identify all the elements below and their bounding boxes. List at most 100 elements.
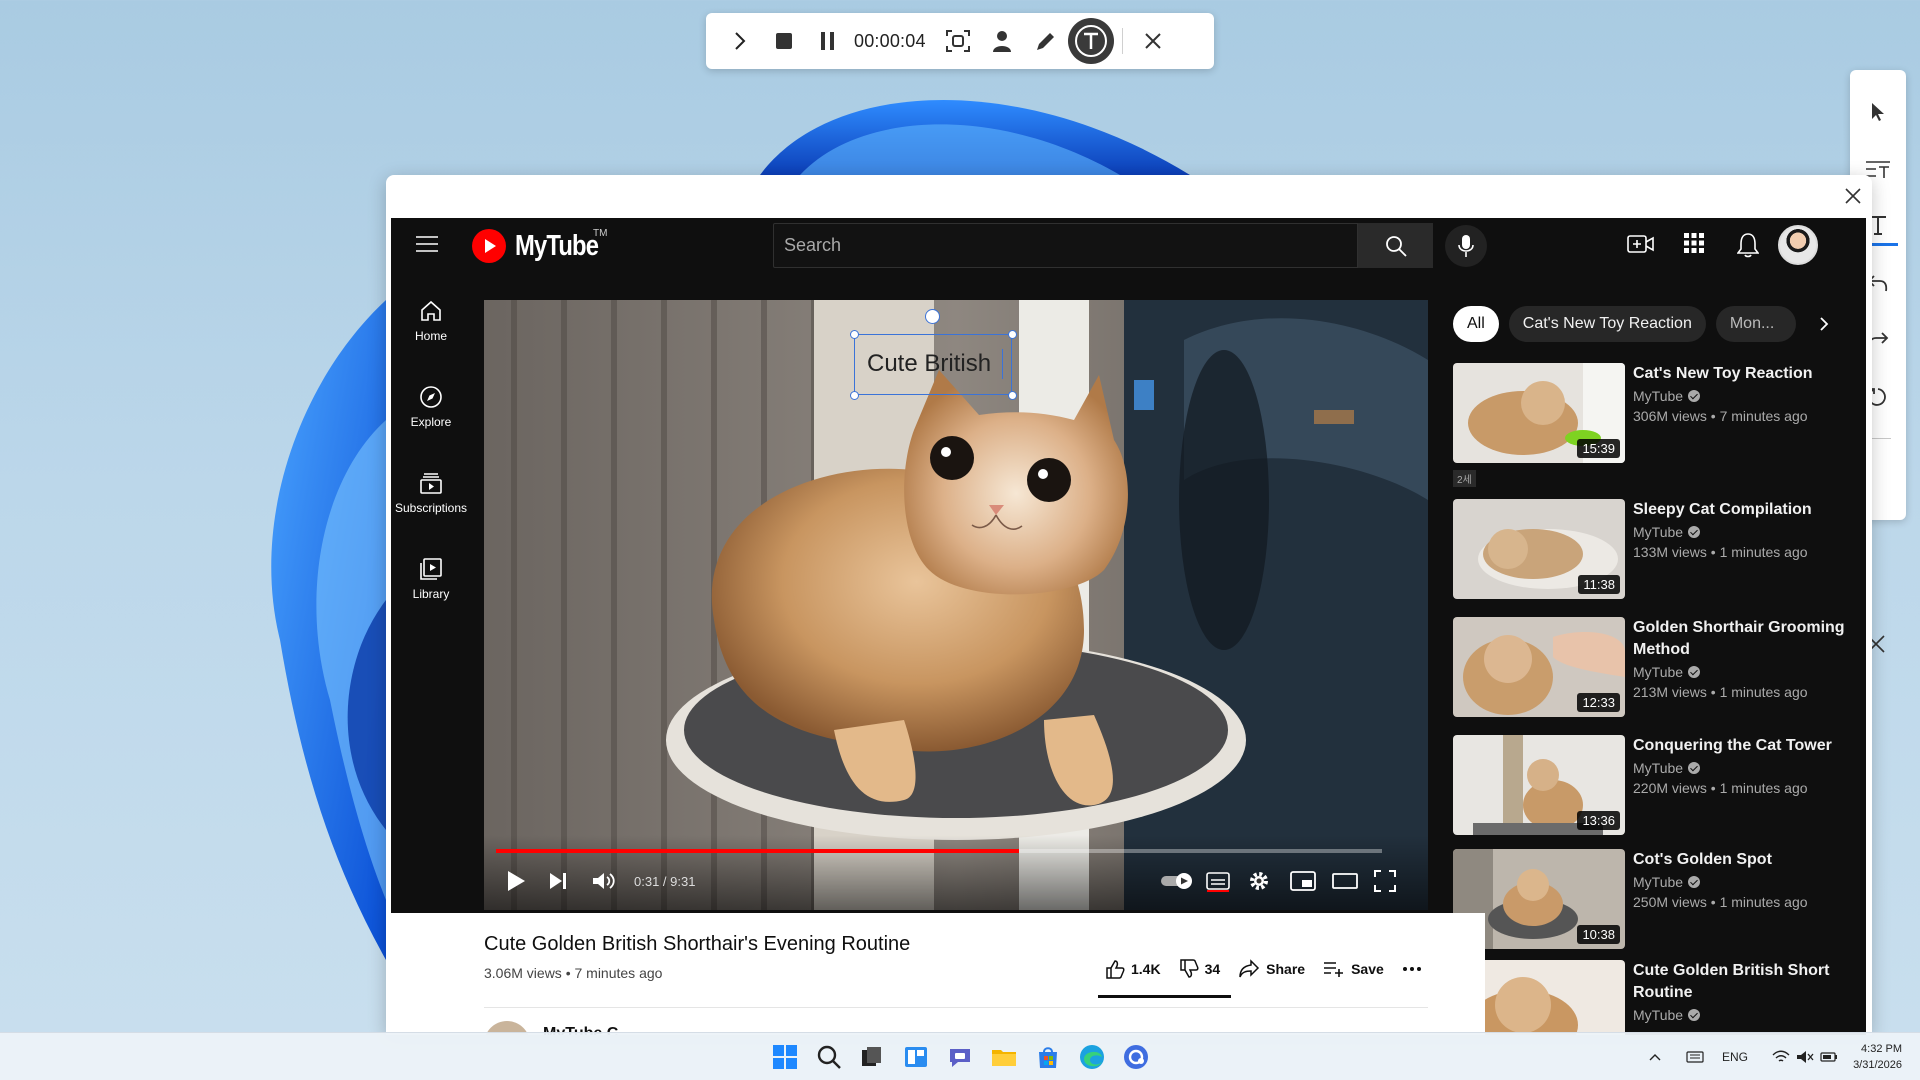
microphone-button[interactable] — [1445, 225, 1487, 267]
thumbs-down-icon — [1179, 959, 1199, 978]
notifications-bell-icon[interactable] — [1737, 232, 1759, 258]
store-icon[interactable] — [1034, 1043, 1062, 1071]
file-explorer-icon[interactable] — [990, 1043, 1018, 1071]
channel-row: MyTube — [1633, 522, 1701, 542]
apps-grid-icon[interactable] — [1683, 232, 1705, 254]
sidebar-item-home[interactable]: Home — [391, 278, 471, 364]
taskbar-search-icon[interactable] — [815, 1043, 843, 1071]
suggested-video[interactable]: 15:39 Cat's New Toy Reaction MyTube 306M… — [1453, 363, 1853, 463]
widgets-icon[interactable] — [902, 1043, 930, 1071]
small-tag: 2세 — [1453, 470, 1476, 487]
webcam-person-icon[interactable] — [980, 19, 1024, 63]
video-thumbnail[interactable]: 11:38 — [1453, 499, 1625, 599]
chat-icon[interactable] — [946, 1043, 974, 1071]
video-thumbnail[interactable]: 13:36 — [1453, 735, 1625, 835]
stop-button[interactable] — [762, 19, 806, 63]
settings-gear-icon[interactable] — [1248, 870, 1270, 892]
screenshot-icon[interactable] — [936, 19, 980, 63]
edge-browser-icon[interactable] — [1078, 1043, 1106, 1071]
sidebar: Home Explore Subscriptions Library — [391, 278, 471, 622]
video-duration: 15:39 — [1577, 439, 1620, 458]
resize-handle[interactable] — [1008, 330, 1017, 339]
app-header: MyTube TM — [391, 218, 1866, 278]
video-title: Sleepy Cat Compilation — [1633, 501, 1812, 518]
user-avatar[interactable] — [1778, 225, 1818, 265]
suggested-video[interactable]: 13:36 Conquering the Cat Tower MyTube 22… — [1453, 735, 1853, 835]
video-player[interactable]: Cute British 0:31 / 9:31 — [484, 300, 1428, 910]
like-button[interactable]: 1.4K — [1105, 959, 1161, 979]
dislike-button[interactable]: 34 — [1179, 959, 1221, 979]
volume-muted-icon[interactable] — [1796, 1050, 1814, 1064]
tray-overflow-chevron-icon[interactable] — [1648, 1052, 1662, 1062]
progress-bar[interactable] — [496, 849, 1382, 853]
sidebar-item-explore[interactable]: Explore — [391, 364, 471, 450]
recording-toolbar: 00:00:04 — [706, 13, 1214, 69]
rotate-handle[interactable] — [925, 309, 940, 324]
pen-icon[interactable] — [1024, 19, 1068, 63]
clock[interactable]: 4:32 PM 3/31/2026 — [1842, 1041, 1902, 1073]
language-indicator[interactable]: ENG — [1722, 1050, 1748, 1064]
more-options-icon[interactable] — [1402, 966, 1422, 972]
next-icon[interactable] — [548, 870, 568, 892]
expand-chevron-icon[interactable] — [718, 19, 762, 63]
search-button[interactable] — [1358, 223, 1433, 268]
autoplay-toggle[interactable] — [1160, 872, 1194, 890]
pause-button[interactable] — [806, 19, 850, 63]
player-controls: 0:31 / 9:31 — [484, 835, 1428, 910]
share-arrow-icon — [1239, 959, 1260, 978]
resize-handle[interactable] — [1008, 391, 1017, 400]
clock-date: 3/31/2026 — [1853, 1059, 1902, 1071]
wifi-icon[interactable] — [1772, 1050, 1790, 1064]
save-button[interactable]: Save — [1323, 959, 1384, 979]
like-count: 1.4K — [1131, 961, 1161, 977]
volume-icon[interactable] — [591, 870, 617, 892]
chip-more[interactable]: Mon... — [1715, 306, 1796, 342]
text-tool-icon[interactable] — [1067, 18, 1114, 64]
sidebar-item-library[interactable]: Library — [391, 536, 471, 622]
fullscreen-icon[interactable] — [1374, 870, 1396, 892]
chip-all[interactable]: All — [1453, 306, 1499, 342]
logo-text: MyTube — [515, 229, 599, 262]
video-thumbnail[interactable]: 12:33 — [1453, 617, 1625, 717]
hamburger-menu-icon[interactable] — [415, 234, 439, 254]
close-icon[interactable] — [1131, 19, 1175, 63]
theater-mode-icon[interactable] — [1332, 870, 1358, 892]
text-annotation-box[interactable]: Cute British — [854, 334, 1012, 395]
battery-icon[interactable] — [1820, 1051, 1838, 1063]
verified-check-icon — [1688, 666, 1701, 678]
search-input[interactable] — [773, 223, 1358, 268]
recorder-app-icon[interactable] — [1122, 1043, 1150, 1071]
miniplayer-icon[interactable] — [1290, 870, 1316, 892]
suggested-video[interactable]: 12:33 Golden Shorthair Grooming Method M… — [1453, 617, 1853, 717]
video-duration: 11:38 — [1578, 575, 1620, 594]
chevron-right-icon[interactable] — [1806, 306, 1842, 342]
dislike-count: 34 — [1204, 961, 1221, 977]
suggested-video[interactable]: 11:38 Sleepy Cat Compilation MyTube 133M… — [1453, 499, 1853, 599]
share-button[interactable]: Share — [1238, 959, 1305, 979]
logo-trademark: TM — [593, 228, 608, 239]
video-title: Cot's Golden Spot — [1633, 851, 1772, 868]
video-duration: 10:38 — [1577, 925, 1620, 944]
keyboard-icon[interactable] — [1686, 1051, 1704, 1063]
video-title: Cute Golden British Short Routine — [1633, 962, 1830, 1001]
chip-cats-new-toy-reaction[interactable]: Cat's New Toy Reaction — [1508, 306, 1706, 342]
resize-handle[interactable] — [850, 330, 859, 339]
sidebar-item-subscriptions[interactable]: Subscriptions — [391, 450, 471, 536]
subtitles-icon[interactable] — [1206, 870, 1230, 892]
task-view-icon[interactable] — [858, 1043, 886, 1071]
play-icon[interactable] — [506, 870, 526, 892]
library-icon — [420, 558, 442, 580]
mytube-logo[interactable]: MyTube TM — [471, 228, 616, 264]
resize-handle[interactable] — [850, 391, 859, 400]
video-stats: 220M views • 1 minutes ago — [1633, 780, 1808, 796]
window-close-icon[interactable] — [1844, 187, 1862, 205]
video-actions: 1.4K 34 Share Save — [1105, 959, 1422, 979]
cursor-arrow-icon[interactable] — [1858, 92, 1898, 132]
active-underline — [1098, 995, 1231, 998]
app-window: MyTube TM Home — [386, 175, 1872, 1035]
suggested-video[interactable]: Cute Golden British Short Routine MyTube — [1453, 960, 1853, 1035]
create-video-icon[interactable] — [1627, 232, 1655, 256]
video-thumbnail[interactable]: 15:39 — [1453, 363, 1625, 463]
suggested-video[interactable]: 10:38 Cot's Golden Spot MyTube 250M view… — [1453, 849, 1853, 949]
windows-start-icon[interactable] — [771, 1043, 799, 1071]
